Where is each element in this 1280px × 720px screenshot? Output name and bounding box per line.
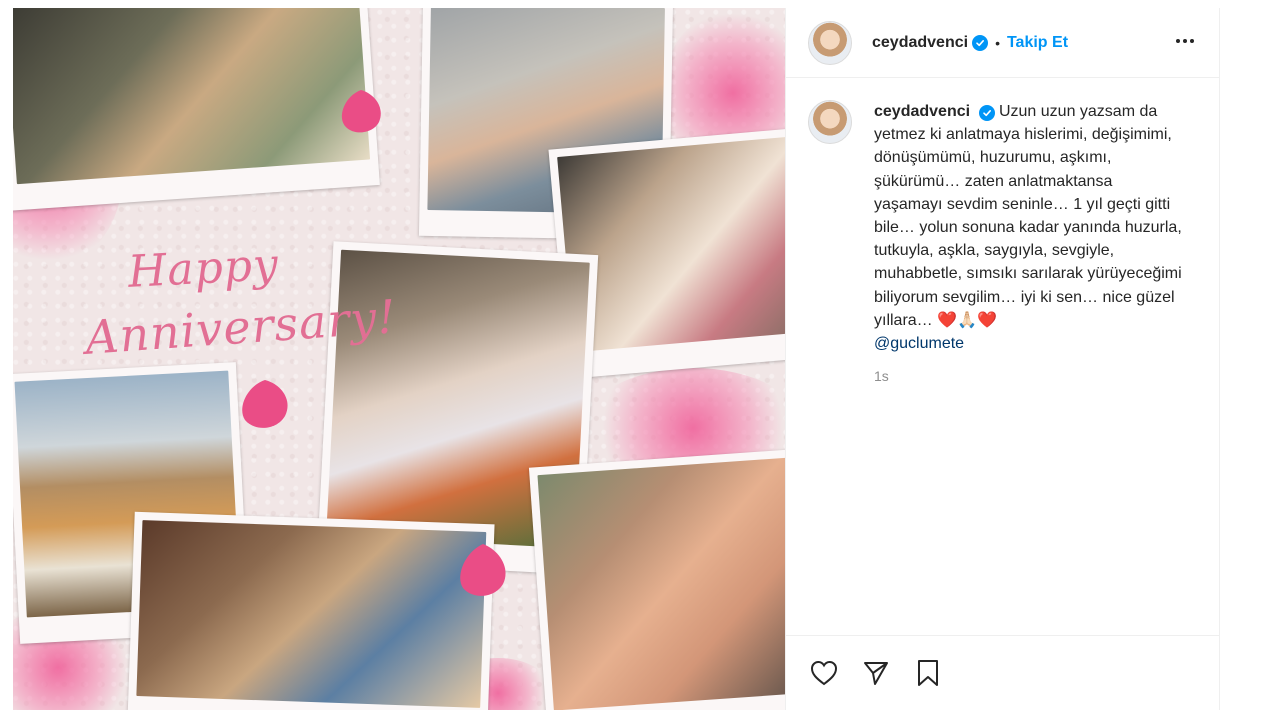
action-bar [786, 635, 1219, 710]
send-icon[interactable] [860, 657, 892, 689]
caption-mention-link[interactable]: @guclumete [874, 332, 1184, 355]
petal-decoration [341, 90, 381, 133]
more-horizontal-icon[interactable] [1173, 29, 1197, 57]
follow-button[interactable]: Takip Et [1007, 34, 1068, 52]
petal-decoration [460, 544, 506, 596]
caption-avatar[interactable] [808, 100, 852, 144]
photo-couple-restaurant [127, 511, 495, 710]
post-username[interactable]: ceydadvenci [872, 34, 968, 52]
post-header: ceydadvenci • Takip Et [786, 8, 1219, 78]
bookmark-icon[interactable] [912, 657, 944, 689]
caption: ceydadvenci Uzun uzun yazsam da yetmez k… [808, 100, 1203, 388]
heart-icon[interactable] [808, 657, 840, 689]
verified-badge-icon [972, 34, 989, 51]
caption-text: Uzun uzun yazsam da yetmez ki anlatmaya … [874, 103, 1182, 329]
verified-badge-icon [978, 105, 995, 121]
separator-dot: • [995, 34, 1000, 51]
caption-body: ceydadvenci Uzun uzun yazsam da yetmez k… [874, 100, 1184, 388]
post-image[interactable]: Happy Anniversary! [13, 8, 785, 710]
photo-couple-kiss [13, 8, 380, 211]
caption-emojis: ❤️🙏🏻❤️ [937, 311, 997, 329]
avatar[interactable] [808, 20, 852, 65]
caption-username[interactable]: ceydadvenci [874, 103, 970, 120]
photo-couple-selfie [528, 448, 785, 710]
post-timestamp[interactable]: 1s [874, 365, 1184, 388]
collage-title-line1: Happy [126, 239, 281, 298]
petal-decoration [242, 380, 288, 428]
post-sidebar: ceydadvenci • Takip Et ceydadvenci Uzun … [785, 8, 1220, 710]
